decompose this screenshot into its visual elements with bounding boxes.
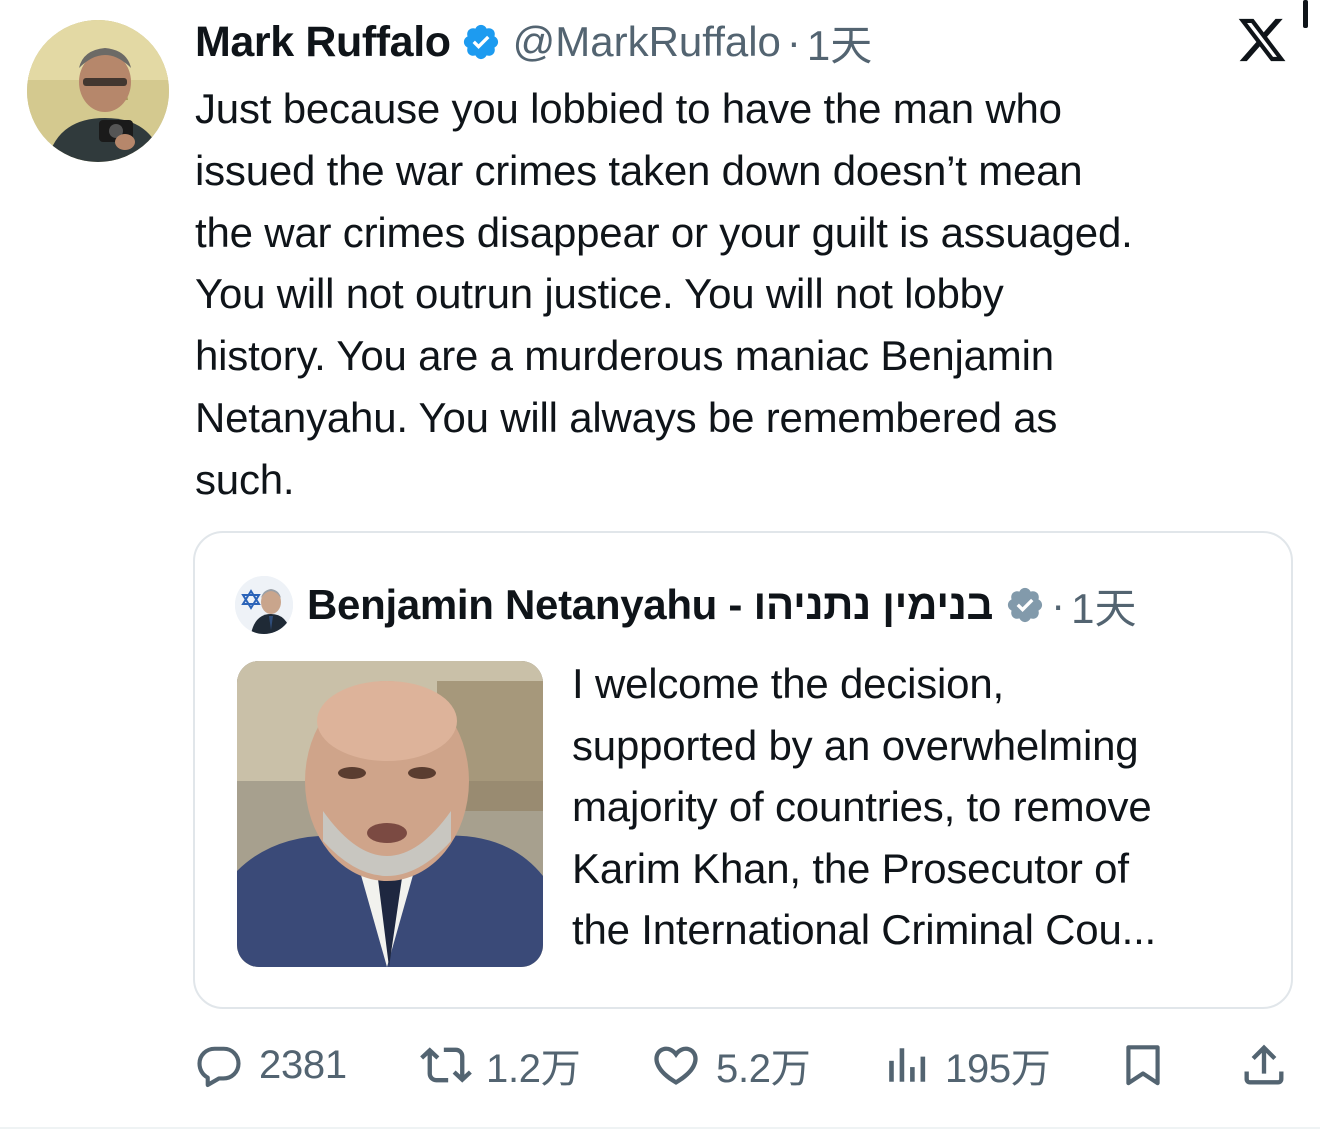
tweet[interactable]: Mark Ruffalo @MarkRuffalo · 1天 Just beca… xyxy=(0,0,1320,1140)
quoted-author-avatar[interactable] xyxy=(235,576,293,634)
separator-dot: · xyxy=(786,18,801,65)
views-icon xyxy=(885,1039,931,1091)
views-button[interactable]: 195万 xyxy=(885,1030,1051,1100)
quoted-author-name[interactable]: Benjamin Netanyahu - בנימין נתניהו xyxy=(307,581,993,629)
author-name[interactable]: Mark Ruffalo xyxy=(195,18,451,67)
quoted-tweet[interactable]: Benjamin Netanyahu - בנימין נתניהו · 1天 xyxy=(193,531,1293,1009)
bottom-divider xyxy=(0,1127,1320,1129)
author-handle[interactable]: @MarkRuffalo xyxy=(513,18,781,66)
views-count: 195万 xyxy=(945,1047,1051,1091)
reply-count: 2381 xyxy=(259,1042,347,1087)
author-avatar[interactable] xyxy=(27,20,169,162)
reply-button[interactable]: 2381 xyxy=(193,1030,347,1100)
quoted-header: Benjamin Netanyahu - בנימין נתניהו · 1天 xyxy=(235,575,1137,635)
verified-badge-icon[interactable] xyxy=(1005,585,1045,625)
tweet-time[interactable]: 1天 xyxy=(807,12,872,73)
like-count: 5.2万 xyxy=(716,1047,811,1091)
x-logo-icon xyxy=(1236,14,1288,66)
like-button[interactable]: 5.2万 xyxy=(650,1030,811,1100)
bookmark-icon xyxy=(1118,1039,1168,1091)
share-icon xyxy=(1238,1039,1290,1091)
verified-badge-icon[interactable] xyxy=(461,22,501,62)
repost-count: 1.2万 xyxy=(486,1047,581,1091)
repost-icon xyxy=(420,1039,472,1091)
share-button[interactable] xyxy=(1238,1030,1290,1100)
separator-dot: · xyxy=(1051,581,1066,628)
quoted-text: I welcome the decision, supported by an … xyxy=(572,660,1157,954)
quoted-time[interactable]: 1天 xyxy=(1071,575,1136,636)
edge-divider xyxy=(1303,0,1308,28)
reply-icon xyxy=(193,1039,245,1091)
quoted-media-image[interactable] xyxy=(237,661,543,967)
tweet-header: Mark Ruffalo @MarkRuffalo · 1天 xyxy=(195,14,872,70)
action-bar: 2381 1.2万 5.2万 195万 xyxy=(0,1030,1320,1100)
bookmark-button[interactable] xyxy=(1118,1030,1168,1100)
repost-button[interactable]: 1.2万 xyxy=(420,1030,581,1100)
tweet-text: Just because you lobbied to have the man… xyxy=(195,85,1133,503)
heart-icon xyxy=(650,1039,702,1091)
